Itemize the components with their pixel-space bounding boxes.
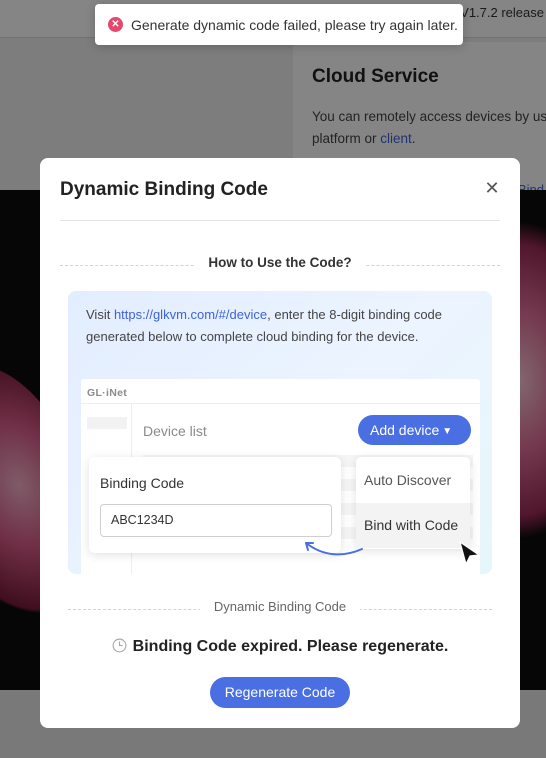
dialog-title: Dynamic Binding Code [60, 179, 268, 200]
dynamic-code-heading: Dynamic Binding Code [68, 599, 492, 619]
regenerate-code-button[interactable]: Regenerate Code [210, 677, 350, 708]
mock-menu-auto-discover: Auto Discover [364, 472, 452, 488]
gl-inet-logo: GL·iNet [87, 387, 128, 399]
glkvm-device-link[interactable]: https://glkvm.com/#/device [114, 307, 267, 322]
code-expired-message: Binding Code expired. Please regenerate. [132, 638, 449, 655]
how-to-use-title: How to Use the Code? [194, 255, 366, 270]
mock-add-device-menu: Auto Discover Bind with Code [356, 457, 470, 549]
illustration-window: GL·iNet Device list Add device ▼ Binding … [81, 379, 480, 574]
close-icon[interactable]: ✕ [483, 179, 501, 197]
mock-device-list-label: Device list [143, 423, 207, 439]
code-status: Binding Code expired. Please regenerate. [40, 638, 520, 658]
curved-arrow-icon [305, 542, 363, 556]
mock-binding-code-label: Binding Code [100, 475, 185, 491]
mouse-cursor-icon [459, 541, 480, 565]
dynamic-code-title: Dynamic Binding Code [199, 599, 361, 614]
dialog-divider [60, 220, 500, 221]
clock-icon [112, 638, 127, 653]
error-circle-icon: ✕ [108, 17, 123, 32]
how-to-use-heading: How to Use the Code? [60, 255, 500, 275]
error-toast: ✕ Generate dynamic code failed, please t… [95, 4, 463, 45]
mock-header-line [81, 403, 480, 404]
instruction-text: Visit https://glkvm.com/#/device, enter … [86, 304, 481, 348]
instruction-prefix: Visit [86, 307, 114, 322]
toast-message: Generate dynamic code failed, please try… [131, 16, 458, 33]
mock-binding-code-input: ABC1234D [100, 504, 332, 537]
instruction-card: Visit https://glkvm.com/#/device, enter … [68, 291, 492, 574]
dynamic-binding-code-dialog: Dynamic Binding Code ✕ How to Use the Co… [40, 158, 520, 728]
mock-add-device-button: Add device ▼ [358, 415, 471, 445]
mock-add-device-label: Add device [370, 422, 440, 438]
mock-menu-bind-with-code: Bind with Code [356, 503, 470, 548]
mock-sidebar-item [87, 417, 127, 429]
chevron-down-icon: ▼ [442, 426, 453, 437]
